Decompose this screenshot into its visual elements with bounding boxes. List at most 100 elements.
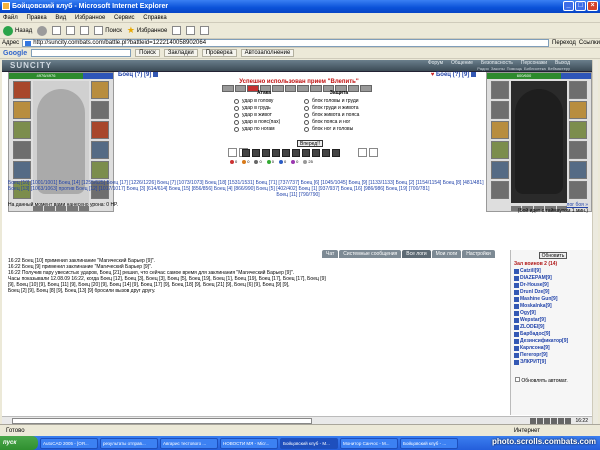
action-icon[interactable] [222, 85, 234, 92]
google-search-input[interactable] [31, 49, 132, 57]
radio-icon[interactable] [234, 106, 239, 111]
info-icon[interactable] [514, 346, 519, 351]
radio-icon[interactable] [304, 113, 309, 118]
checkbox-icon[interactable] [515, 377, 520, 382]
taskbar-item[interactable]: Бойцовский клуб - M... [280, 437, 338, 449]
helmet-slot[interactable] [13, 81, 31, 99]
info-icon[interactable] [471, 72, 476, 77]
radio-icon[interactable] [304, 120, 309, 125]
info-icon[interactable] [514, 318, 519, 323]
online-user[interactable]: Mashine Gun[9] [514, 296, 592, 303]
tab-my-logs[interactable]: Мои логи [431, 250, 462, 258]
smiley-icon[interactable] [530, 417, 537, 424]
subnav-webmaster[interactable]: Вебмастеру [548, 66, 570, 71]
info-icon[interactable] [514, 304, 519, 309]
menu-tools[interactable]: Сервис [114, 15, 135, 21]
weapon-slot[interactable] [13, 121, 31, 139]
update-button[interactable]: Обновить [539, 252, 567, 259]
sound-icon[interactable] [558, 417, 565, 424]
tab-all-logs[interactable]: Все логи [402, 250, 431, 258]
online-user[interactable]: Карлсона[9] [514, 345, 592, 352]
minimize-button[interactable]: _ [563, 1, 574, 11]
nav-forum[interactable]: Форум [428, 61, 443, 66]
skill-icon[interactable] [272, 149, 280, 157]
filter-icon[interactable] [551, 417, 558, 424]
skill-icon[interactable] [302, 149, 310, 157]
menu-file[interactable]: Файл [3, 15, 18, 21]
info-icon[interactable] [514, 311, 519, 316]
history-icon[interactable] [172, 26, 182, 35]
nav-chat[interactable]: Общение [451, 61, 473, 66]
attack-option[interactable]: удар по ногам [234, 126, 294, 133]
defense-option[interactable]: блок груди и живота [304, 105, 374, 112]
subnav-library[interactable]: Библиотека [524, 66, 546, 71]
home-icon[interactable] [80, 26, 90, 35]
defense-option[interactable]: блок пояса и ног [304, 119, 374, 126]
mail-icon[interactable] [186, 26, 196, 35]
radio-icon[interactable] [234, 120, 239, 125]
links-label[interactable]: Ссылки [579, 39, 600, 47]
maximize-button[interactable]: □ [575, 1, 586, 11]
favorites-button[interactable]: ★ Избранное [127, 26, 168, 35]
skill-icon[interactable] [322, 149, 330, 157]
armor-slot[interactable] [13, 141, 31, 159]
info-icon[interactable] [514, 297, 519, 302]
defense-option[interactable]: блок живота и пояса [304, 112, 374, 119]
scroll-icon[interactable] [228, 148, 237, 157]
skill-icon[interactable] [312, 149, 320, 157]
radio-icon[interactable] [234, 113, 239, 118]
google-search-button[interactable]: Поиск [135, 49, 160, 57]
online-user[interactable]: Ogy[9] [514, 310, 592, 317]
subnav-radio[interactable]: Радио [477, 66, 489, 71]
menu-edit[interactable]: Правка [26, 15, 46, 21]
radio-icon[interactable] [304, 106, 309, 111]
menu-favorites[interactable]: Избранное [75, 15, 105, 21]
skill-icon[interactable] [292, 149, 300, 157]
translit-icon[interactable] [537, 417, 544, 424]
belt-slot[interactable] [13, 161, 31, 179]
ring-slot[interactable] [91, 101, 109, 119]
skill-icon[interactable] [262, 149, 270, 157]
online-user[interactable]: Catzill[9] [514, 268, 592, 275]
chat-input[interactable] [12, 417, 312, 424]
radio-icon[interactable] [234, 127, 239, 132]
spellcheck-button[interactable]: Проверка [201, 49, 237, 57]
skill-icon[interactable] [282, 149, 290, 157]
online-user[interactable]: Дезинсификатор[9] [514, 338, 592, 345]
tab-settings[interactable]: Настройки [462, 250, 495, 258]
bookmarks-button[interactable]: Закладки [163, 49, 198, 57]
radio-icon[interactable] [234, 99, 239, 104]
info-icon[interactable] [514, 325, 519, 330]
online-user[interactable]: ЭЛКРИТ[9] [514, 359, 592, 366]
info-icon[interactable] [514, 290, 519, 295]
info-icon[interactable] [514, 269, 519, 274]
info-icon[interactable] [514, 339, 519, 344]
stop-icon[interactable] [52, 26, 62, 35]
tab-chat[interactable]: Чат [322, 250, 339, 258]
menu-view[interactable]: Вид [55, 15, 66, 21]
online-user[interactable]: Dr-House[9] [514, 282, 592, 289]
skill-icon[interactable] [332, 149, 340, 157]
print-icon[interactable] [200, 26, 210, 35]
online-user[interactable]: Drunl Dze[9] [514, 289, 592, 296]
online-user[interactable]: Moskalnka[9] [514, 303, 592, 310]
skill-icon[interactable] [242, 149, 250, 157]
info-icon[interactable] [514, 276, 519, 281]
start-button[interactable]: пуск [0, 436, 38, 450]
bracers-slot[interactable] [91, 141, 109, 159]
attack-option[interactable]: удар в голову [234, 98, 294, 105]
taskbar-item[interactable]: НОВОСТИ МЯ - Micr... [220, 437, 278, 449]
clear-icon[interactable] [544, 417, 551, 424]
taskbar-item[interactable]: Монитор Санчос - M... [340, 437, 398, 449]
radio-icon[interactable] [304, 99, 309, 104]
skill-icon[interactable] [252, 149, 260, 157]
online-user[interactable]: Пегегорг[9] [514, 352, 592, 359]
taskbar-item[interactable]: AutoCAD 2005 - [ОЯ... [40, 437, 98, 449]
search-button[interactable]: Поиск [94, 26, 122, 35]
menu-help[interactable]: Справка [143, 15, 167, 21]
attack-option[interactable]: удар в пояс(пах) [234, 119, 294, 126]
go-button[interactable]: Переход [552, 39, 576, 47]
info-icon[interactable] [514, 332, 519, 337]
autofill-button[interactable]: Автозаполнение [240, 49, 295, 57]
auto-update-option[interactable]: Обновлять автомат. [515, 377, 568, 385]
